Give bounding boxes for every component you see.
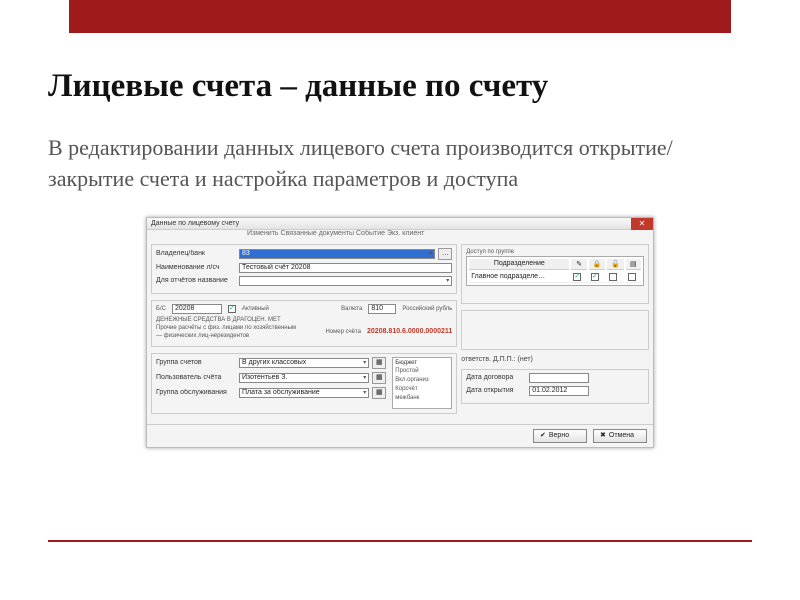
service-field[interactable]: Плата за обслуживание — [239, 388, 369, 398]
user-field[interactable]: Изотентьев З. — [239, 373, 369, 383]
close-icon[interactable]: ✕ — [631, 218, 653, 230]
table-row: Главное подразделе… — [469, 272, 641, 283]
perm-check-1[interactable] — [573, 273, 581, 281]
responsible-note: ответств. Д.П.П.: (нет) — [461, 356, 649, 363]
currency-name: Российский рубль — [402, 305, 452, 313]
budget-list[interactable]: Бюджет Простой Вкл.организ Корсчёт межба… — [392, 357, 452, 409]
report-name-label: Для отчётов название — [156, 277, 236, 284]
cancel-icon: ✖ — [600, 430, 606, 442]
slide-top-bar — [69, 0, 731, 33]
client-label: Владелец/банк — [156, 250, 236, 257]
perm-check-4[interactable] — [628, 273, 636, 281]
contract-date-label: Дата договора — [466, 374, 526, 381]
embedded-screenshot: Данные по лицевому счету ✕ Изменить Связ… — [146, 217, 654, 448]
group-edit-icon[interactable]: ▦ — [372, 357, 386, 369]
user-label: Пользователь счёта — [156, 374, 236, 381]
group-label: Группа счетов — [156, 359, 236, 366]
permissions-table: Подразделение ✎ 🔒 🔓 ▤ Главное подразделе… — [466, 256, 644, 286]
dialog-title: Данные по лицевому счету — [151, 220, 239, 227]
client-lookup-icon[interactable]: … — [438, 248, 452, 260]
open-date-field[interactable]: 01.02.2012 — [529, 386, 589, 396]
perm-icon-1: ✎ — [576, 261, 582, 268]
section-sub2: — физических лиц-нерезидентов — [156, 332, 319, 340]
perm-icon-4: ▤ — [630, 261, 637, 268]
name-label: Наименование л/сч — [156, 264, 236, 271]
cancel-button[interactable]: ✖ Отмена — [593, 429, 647, 443]
contract-date-field[interactable] — [529, 373, 589, 383]
dialog-menu[interactable]: Изменить Связанные документы Событие Экз… — [147, 230, 653, 240]
bs-field[interactable]: 20208 — [172, 304, 222, 314]
slide-content: Лицевые счета – данные по счету В редакт… — [48, 68, 752, 448]
perm-icon-2: 🔒 — [593, 261, 602, 268]
dialog-window: Данные по лицевому счету ✕ Изменить Связ… — [146, 217, 654, 448]
service-label: Группа обслуживания — [156, 389, 236, 396]
user-edit-icon[interactable]: ▦ — [372, 372, 386, 384]
currency-label: Валюта — [341, 305, 362, 313]
acct-no-value: 20208.810.6.0000.0000211 — [367, 328, 452, 335]
perm-col-header: Подразделение — [469, 259, 569, 270]
report-name-field[interactable] — [239, 276, 452, 286]
check-icon: ✔ — [540, 430, 546, 442]
section-sub1: Прочие расчёты с физ. лицами по хозяйств… — [156, 324, 319, 332]
slide-divider — [48, 540, 752, 542]
active-label: Активный — [242, 305, 269, 313]
name-field[interactable]: Тестовый счёт 20208 — [239, 263, 452, 273]
perm-check-2[interactable] — [591, 273, 599, 281]
currency-field[interactable]: 810 — [368, 304, 396, 314]
slide-title: Лицевые счета – данные по счету — [48, 68, 752, 105]
ok-button[interactable]: ✔ Верно — [533, 429, 587, 443]
bs-label: Б/С — [156, 305, 166, 313]
service-edit-icon[interactable]: ▦ — [372, 387, 386, 399]
perm-icon-3: 🔓 — [611, 261, 620, 268]
section-title: ДЕНЕЖНЫЕ СРЕДСТВА В ДРАГОЦЕН. МЕТ — [156, 316, 452, 324]
slide-subtitle: В редактировании данных лицевого счета п… — [48, 133, 752, 195]
perm-check-3[interactable] — [609, 273, 617, 281]
client-field[interactable]: 83 — [239, 249, 435, 259]
dialog-titlebar: Данные по лицевому счету ✕ — [147, 218, 653, 230]
perm-title: Доступ по группе — [466, 248, 644, 256]
acct-no-label: Номер счёта — [325, 328, 361, 336]
group-field[interactable]: В других классовых — [239, 358, 369, 368]
active-checkbox[interactable] — [228, 305, 236, 313]
open-date-label: Дата открытия — [466, 387, 526, 394]
